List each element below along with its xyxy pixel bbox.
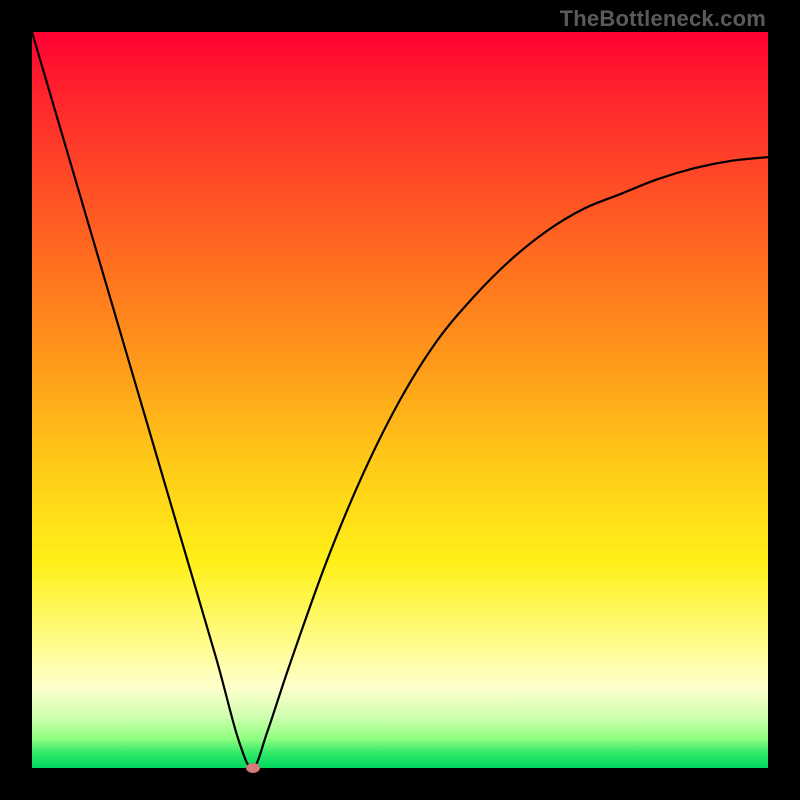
bottleneck-curve — [32, 32, 768, 768]
minimum-marker — [246, 763, 260, 773]
chart-frame: TheBottleneck.com — [0, 0, 800, 800]
plot-area — [32, 32, 768, 768]
watermark-text: TheBottleneck.com — [560, 6, 766, 32]
